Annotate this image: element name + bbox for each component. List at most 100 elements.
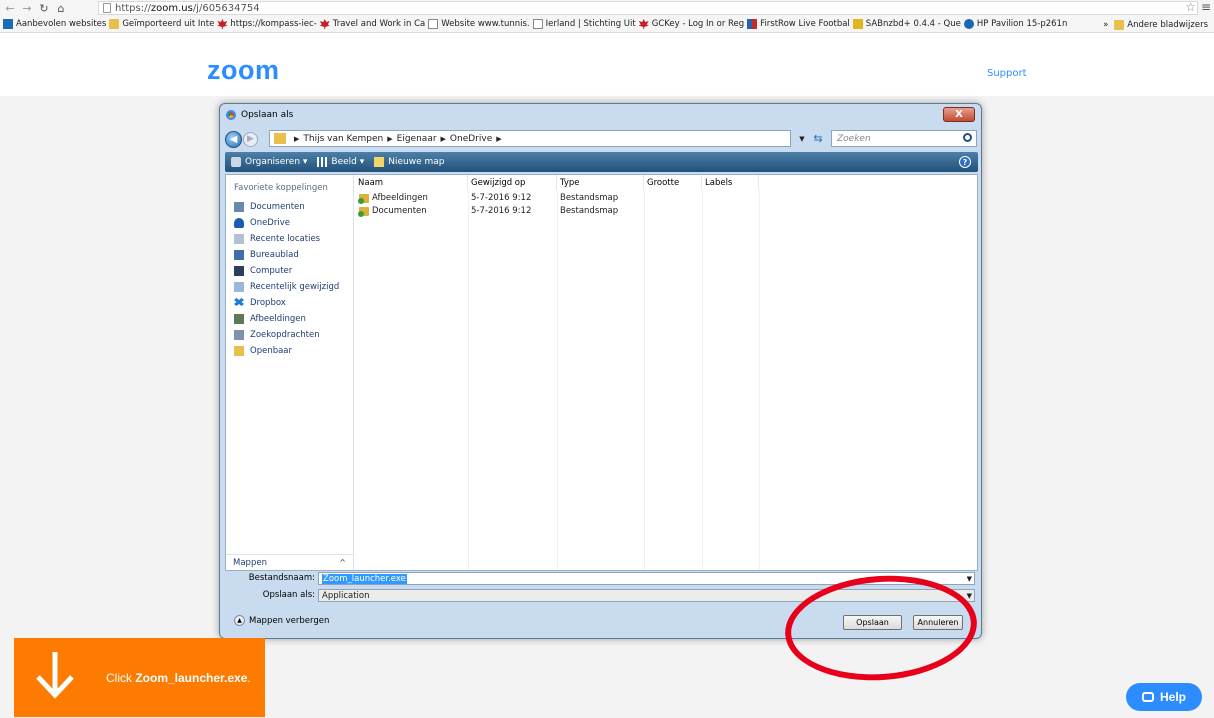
- organize-button[interactable]: Organiseren ▾: [231, 157, 307, 167]
- file-list: Naam Gewijzigd op Type Grootte Labels Af…: [355, 175, 978, 570]
- searches-icon: [234, 330, 244, 340]
- view-button[interactable]: Beeld ▾: [317, 157, 364, 167]
- download-banner: Click Zoom_launcher.exe.: [14, 638, 265, 717]
- column-header-modified[interactable]: Gewijzigd op: [468, 175, 557, 190]
- desktop-icon: [234, 250, 244, 260]
- download-instruction: Click Zoom_launcher.exe.: [106, 671, 251, 685]
- path-segment-0[interactable]: Thijs van Kempen: [303, 134, 383, 144]
- hide-folders-toggle[interactable]: ▲ Mappen verbergen: [234, 615, 329, 626]
- dialog-body: Favoriete koppelingen Documenten OneDriv…: [225, 174, 978, 571]
- folder-icon: [1114, 19, 1125, 30]
- url-prefix: https://: [115, 2, 151, 14]
- back-arrow-icon[interactable]: ←: [3, 1, 17, 15]
- bookmark-5[interactable]: Ierland | Stichting Uit: [532, 19, 636, 29]
- column-header-type[interactable]: Type: [557, 175, 644, 190]
- maple-leaf-icon: [638, 19, 649, 29]
- path-segment-1[interactable]: Eigenaar: [397, 134, 437, 144]
- filename-label: Bestandsnaam:: [248, 573, 315, 583]
- dropdown-arrow-icon[interactable]: ▼: [967, 592, 972, 600]
- dialog-title: Opslaan als: [241, 110, 294, 120]
- folders-toggle[interactable]: Mappen ^: [226, 554, 354, 570]
- zoom-logo[interactable]: zoom: [207, 55, 280, 86]
- bookmark-8[interactable]: SABnzbd+ 0.4.4 - Que: [852, 19, 961, 29]
- bookmark-1[interactable]: Geïmporteerd uit Inte: [109, 19, 214, 29]
- public-folder-icon: [234, 346, 244, 356]
- path-segment-2[interactable]: OneDrive: [450, 134, 492, 144]
- bookmark-3[interactable]: Travel and Work in Ca: [319, 19, 425, 29]
- file-row[interactable]: Afbeeldingen 5-7-2016 9:12 Bestandsmap: [355, 193, 655, 205]
- filename-value: Zoom_launcher.exe: [322, 573, 407, 584]
- sidebar-item-public[interactable]: Openbaar: [234, 344, 292, 358]
- recently-changed-icon: [234, 282, 244, 292]
- search-placeholder: Zoeken: [837, 133, 871, 144]
- pictures-icon: [234, 314, 244, 324]
- dialog-title-bar[interactable]: Opslaan als X: [220, 104, 981, 126]
- sidebar-item-onedrive[interactable]: OneDrive: [234, 216, 290, 230]
- download-arrow-icon: [36, 652, 74, 699]
- bookmark-2[interactable]: https://kompass-iec-: [217, 19, 317, 29]
- maple-leaf-icon: [217, 19, 228, 29]
- folder-icon: [109, 19, 120, 29]
- address-bar[interactable]: https://zoom.us/j/605634754: [98, 1, 1198, 15]
- forward-arrow-icon[interactable]: →: [20, 1, 34, 15]
- star-icon[interactable]: ☆: [1185, 0, 1196, 14]
- other-bookmarks[interactable]: Andere bladwijzers: [1127, 20, 1208, 30]
- flag-icon: [747, 19, 758, 29]
- sidebar-item-desktop[interactable]: Bureaublad: [234, 248, 299, 262]
- reload-icon[interactable]: ↻: [37, 1, 51, 15]
- bookmark-7[interactable]: FirstRow Live Footbal: [747, 19, 850, 29]
- back-button[interactable]: ◀: [225, 130, 242, 148]
- sidebar-item-computer[interactable]: Computer: [234, 264, 292, 278]
- sidebar-title: Favoriete koppelingen: [234, 183, 328, 193]
- menu-icon[interactable]: ≡: [1201, 0, 1211, 14]
- hp-icon: [963, 19, 974, 29]
- sidebar-item-pictures[interactable]: Afbeeldingen: [234, 312, 306, 326]
- documents-icon: [234, 202, 244, 212]
- folder-icon: [274, 133, 286, 144]
- organize-icon: [231, 157, 241, 167]
- sidebar-item-recently-changed[interactable]: Recentelijk gewijzigd: [234, 280, 339, 294]
- new-folder-button[interactable]: Nieuwe map: [374, 157, 445, 167]
- dropdown-arrow-icon[interactable]: ▼: [967, 575, 972, 583]
- cloud-icon: [234, 218, 244, 228]
- bookmark-0[interactable]: Aanbevolen websites: [3, 19, 106, 29]
- sabnzbd-icon: [852, 19, 863, 29]
- search-icon[interactable]: [963, 133, 972, 142]
- chevron-up-icon: ^: [339, 558, 346, 567]
- sidebar-item-recent[interactable]: Recente locaties: [234, 232, 320, 246]
- forward-button[interactable]: ▶: [243, 131, 258, 147]
- dropbox-icon: [234, 298, 244, 306]
- computer-icon: [234, 266, 244, 276]
- sidebar-item-dropbox[interactable]: Dropbox: [234, 296, 286, 310]
- help-icon[interactable]: ?: [959, 156, 971, 168]
- url-host: zoom.us: [150, 2, 193, 14]
- bookmark-9[interactable]: HP Pavilion 15-p261n: [963, 19, 1067, 29]
- file-row[interactable]: Documenten 5-7-2016 9:12 Bestandsmap: [355, 206, 655, 218]
- support-link[interactable]: Support: [987, 68, 1027, 79]
- path-dropdown-icon[interactable]: ▼: [796, 130, 808, 147]
- chrome-icon: [226, 110, 236, 120]
- home-icon[interactable]: ⌂: [54, 1, 68, 15]
- bookmarks-bar: Aanbevolen websites Geïmporteerd uit Int…: [0, 16, 1214, 33]
- new-folder-icon: [374, 157, 385, 167]
- column-header-labels[interactable]: Labels: [702, 175, 759, 190]
- browser-chrome: ← → ↻ ⌂ https://zoom.us/j/605634754 ☆ ≡ …: [0, 0, 1214, 33]
- column-header-size[interactable]: Grootte: [644, 175, 702, 190]
- savetype-value: Application: [322, 590, 370, 601]
- url-path: /j/605634754: [192, 2, 260, 14]
- help-button[interactable]: Help: [1126, 683, 1202, 711]
- close-button[interactable]: X: [943, 107, 975, 122]
- maple-leaf-icon: [319, 19, 330, 29]
- bookmark-4[interactable]: Website www.tunnis.: [428, 19, 530, 29]
- bookmark-6[interactable]: GCKey - Log In or Reg: [638, 19, 744, 29]
- path-breadcrumb[interactable]: ▶ Thijs van Kempen ▶ Eigenaar ▶ OneDrive…: [269, 130, 791, 147]
- sidebar-item-searches[interactable]: Zoekopdrachten: [234, 328, 320, 342]
- view-icon: [317, 157, 328, 167]
- more-bookmarks-button[interactable]: »: [1103, 20, 1108, 30]
- chevron-up-icon: ▲: [234, 615, 245, 626]
- column-header-name[interactable]: Naam: [355, 175, 468, 190]
- sidebar-item-documenten[interactable]: Documenten: [234, 200, 305, 214]
- search-input[interactable]: Zoeken: [831, 130, 977, 147]
- zoom-header: [0, 34, 1214, 96]
- refresh-icon[interactable]: ⇆: [810, 130, 826, 147]
